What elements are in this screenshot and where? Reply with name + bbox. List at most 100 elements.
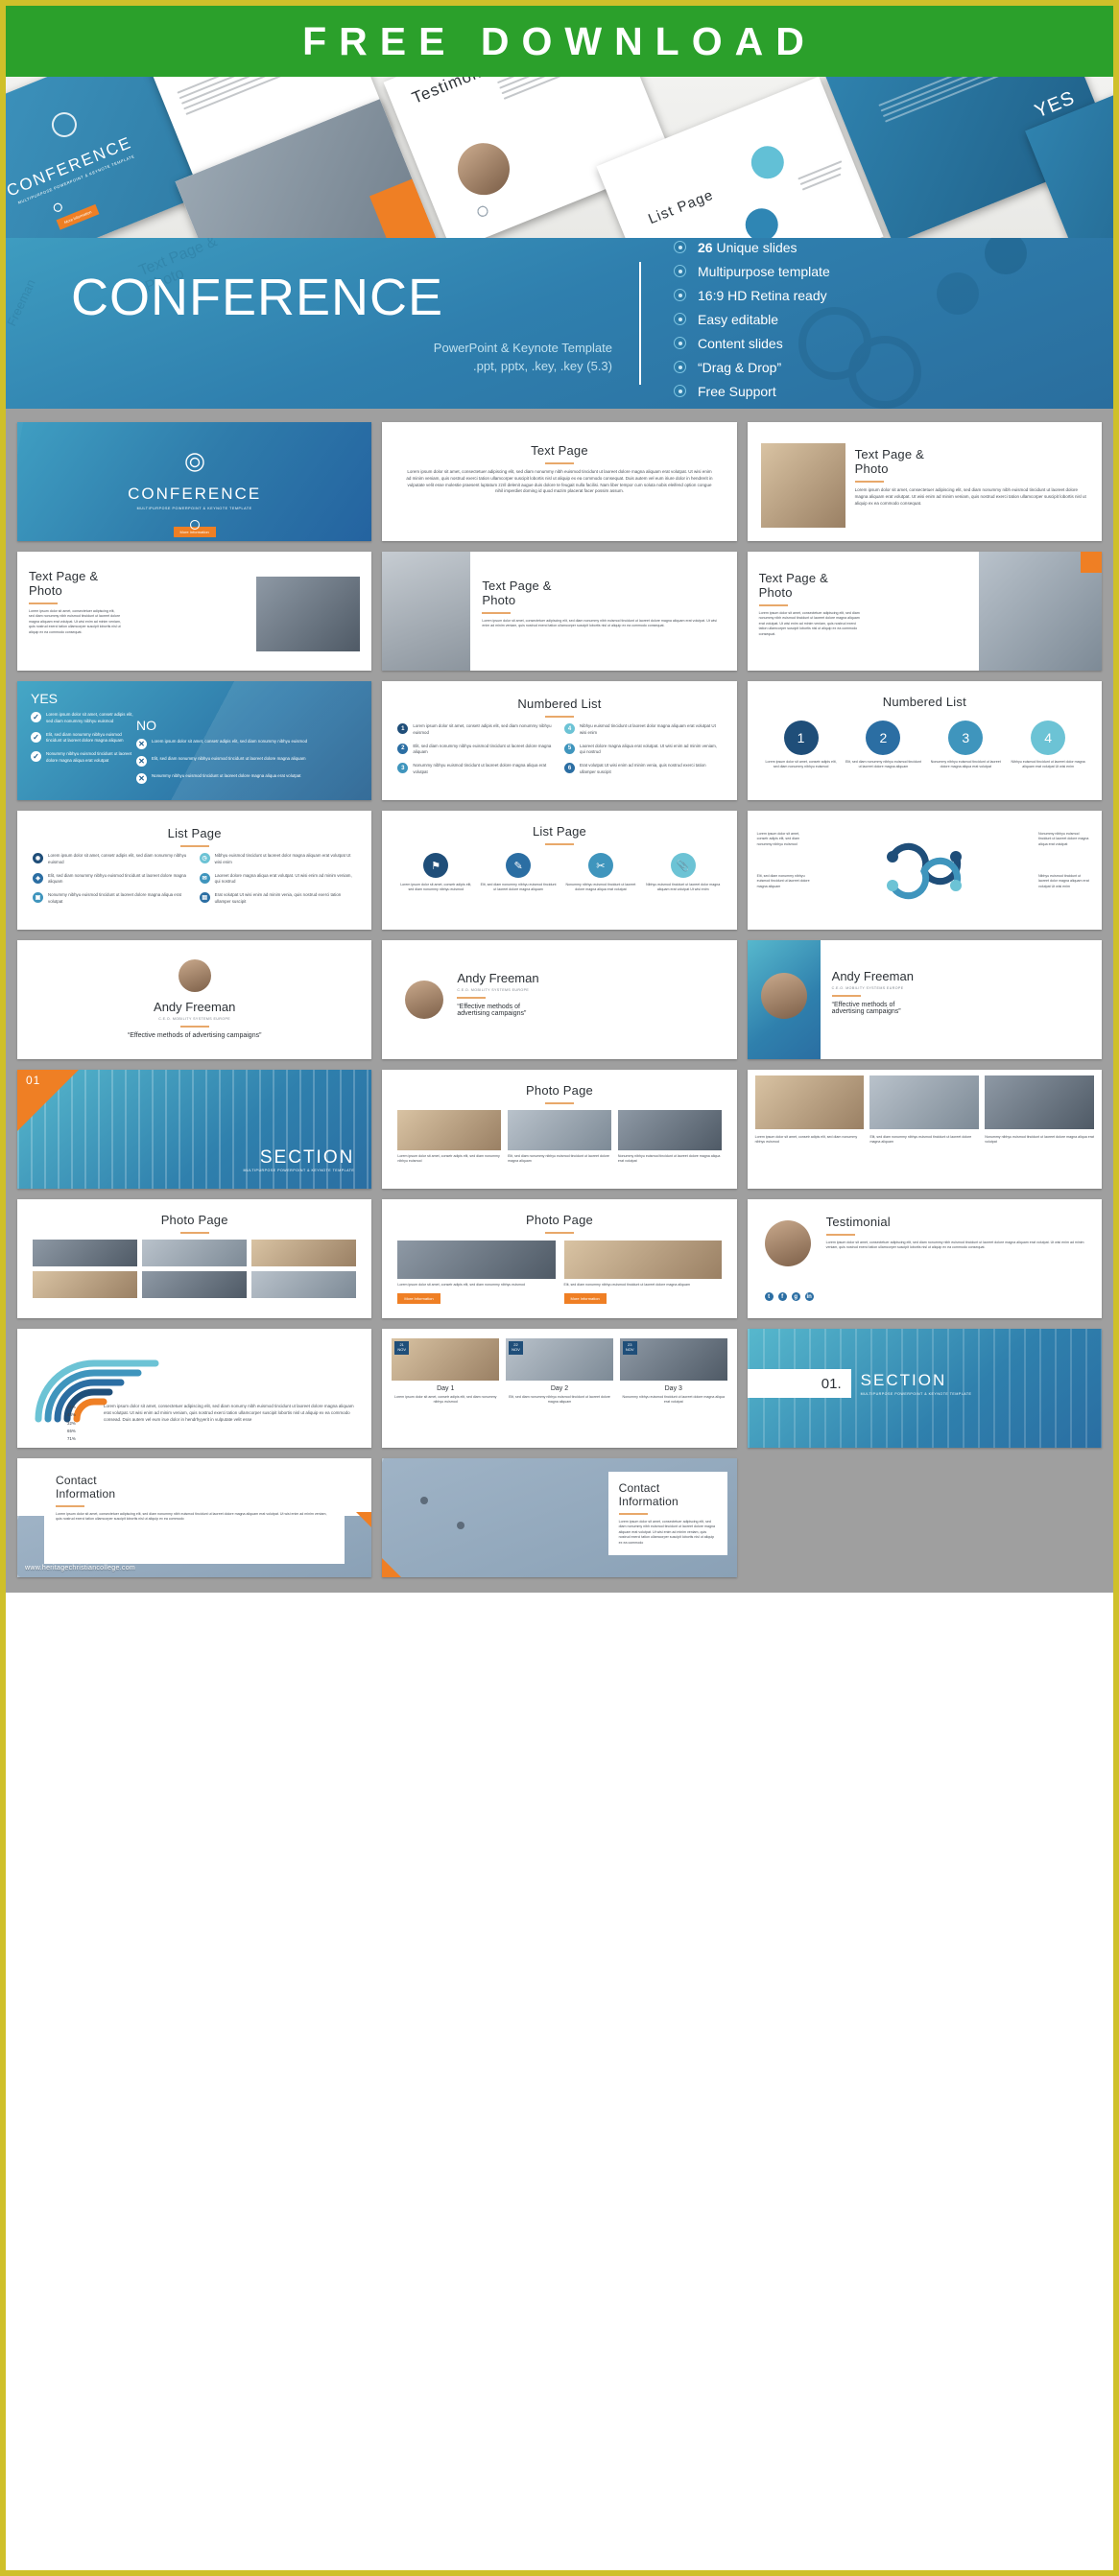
slide-photo-page-grid[interactable]: Photo Page — [17, 1199, 372, 1318]
photo-caption: Lorem ipsum dolor sit amet, consetr adip… — [397, 1154, 500, 1164]
corner-triangle-accent — [356, 1512, 372, 1527]
slide-text-page-title: Text Page — [531, 443, 588, 458]
list-item: 5 Laoreet dolore magna aliqua erat volutp… — [564, 743, 722, 757]
number-badge: 5 — [564, 743, 575, 754]
slide-text-page-photo-center[interactable]: Text Page & Photo Lorem ipsum dolor sit … — [382, 552, 737, 671]
slide-photo — [397, 1110, 502, 1150]
chart-label: 31% — [67, 1405, 76, 1409]
slide-contact-information-map-left[interactable]: Contact Information Lorem ipsum dolor si… — [17, 1458, 372, 1577]
slide-photo — [251, 1271, 357, 1298]
list-item-label: Elit, sed diam nonummy nibhyu euismod ti… — [152, 756, 306, 761]
title-rule — [758, 604, 788, 606]
slide-photo — [563, 1241, 722, 1279]
date-badge-month: NOV — [625, 1346, 634, 1352]
slide-list-page-round[interactable]: List Page ⚑ Lorem ipsum dolor sit amet, … — [382, 811, 737, 930]
slide-testimonial-right[interactable]: Testimonial Lorem ipsum dolor sit amet, … — [747, 1199, 1102, 1318]
slide-schedule-days[interactable]: 21 NOV Day 1 Lorem ipsum dolor sit amet,… — [382, 1329, 737, 1448]
social-icon-facebook[interactable]: f — [777, 1292, 787, 1301]
slide-photo-page-three[interactable]: Photo Page Lorem ipsum dolor sit amet, c… — [382, 1070, 737, 1189]
photo-caption: Elit, sed diam nonummy nibhyu euismod ti… — [508, 1154, 609, 1164]
social-icon-twitter[interactable]: t — [764, 1292, 774, 1301]
slide-diagram-page[interactable]: Lorem ipsum dolor sit amet, consetr adip… — [747, 811, 1102, 930]
mockup-more-info-button[interactable]: More Information — [56, 203, 100, 230]
title-rule — [457, 997, 487, 999]
slide-photo — [33, 1240, 138, 1266]
infinity-diagram-icon — [887, 842, 963, 900]
title-rule — [544, 1232, 574, 1234]
hero-band: Text Page & Photo Freeman CONFERENCE Powe… — [6, 238, 1113, 409]
paperclip-icon: 📎 — [670, 853, 696, 878]
day-description: Elit, sed diam nonummy nibhyu euismod ti… — [509, 1395, 610, 1405]
slide-photo-page-duo[interactable]: Photo Page Lorem ipsum dolor sit amet, c… — [382, 1199, 737, 1318]
arc-bar-chart — [35, 1359, 159, 1423]
social-icon-google[interactable]: g — [791, 1292, 800, 1301]
slide-no-title: NO — [136, 718, 156, 733]
slide-title: Text Page & Photo — [854, 447, 924, 476]
slide-text-page-photo-wide[interactable]: Text Page & Photo Lorem ipsum dolor sit … — [747, 552, 1102, 671]
item-caption: Nibhyu euismod tincidunt ut laoreet dolo… — [646, 883, 721, 892]
list-item-label: Elit, sed diam nonummy nibhyu euismod ti… — [48, 872, 186, 885]
date-badge-month: NOV — [512, 1346, 520, 1352]
list-item-label: Laoreet dolore magna aliqua erat volutpa… — [214, 872, 352, 885]
slide-yes-no[interactable]: YES ✓ Lorem ipsum dolor sit amet, consetr… — [17, 681, 372, 800]
slide-testimonial-center[interactable]: Andy Freeman C.E.O. MOBILITY SYSTEMS EUR… — [17, 940, 372, 1059]
section-number-plate: 01. — [747, 1369, 851, 1398]
title-rule — [179, 1232, 209, 1234]
item-caption: Elit, sed diam nonummy nibhyu euismod ti… — [845, 760, 921, 769]
slide-testimonial-photo-block[interactable]: Andy Freeman C.E.O. MOBILITY SYSTEMS EUR… — [747, 940, 1102, 1059]
slide-title: Text Page & Photo — [758, 571, 828, 600]
social-icon-linkedin[interactable]: in — [804, 1292, 814, 1301]
feature-item: Multipurpose template — [674, 264, 1075, 279]
slide-cover-title: CONFERENCE — [128, 484, 262, 503]
hero-vertical-divider — [639, 262, 641, 385]
read-more-button[interactable]: More Information — [397, 1293, 440, 1305]
date-badge: 22 NOV — [509, 1341, 523, 1355]
bullet-dot-icon — [674, 313, 686, 325]
slide-text-page-photo-left[interactable]: Text Page & Photo Lorem ipsum dolor sit … — [17, 552, 372, 671]
slide-photo — [617, 1110, 722, 1150]
title-rule — [482, 612, 512, 614]
slide-title: Text Page & Photo — [29, 569, 99, 598]
flag-icon: ⚑ — [423, 853, 449, 878]
check-icon: ✓ — [31, 731, 41, 743]
list-item: 2 Elit, sed diam nonummy nibhyu euismod t… — [397, 743, 555, 757]
slide-testimonial-left-avatar[interactable]: Andy Freeman C.E.O. MOBILITY SYSTEMS EUR… — [382, 940, 737, 1059]
slide-chart-arcs[interactable]: 31% 44% 32% 65% 71% Lorem ipsum dolor si… — [17, 1329, 372, 1448]
slide-section-01-side[interactable]: 01. SECTION MULTIPURPOSE POWERPOINT & KE… — [747, 1329, 1102, 1448]
slide-numbered-list[interactable]: Numbered List 1 Lorem ipsum dolor sit ame… — [382, 681, 737, 800]
slide-photo — [382, 552, 471, 671]
read-more-button[interactable]: More Information — [563, 1293, 607, 1305]
slide-text-page[interactable]: Text Page Lorem ipsum dolor sit amet, co… — [382, 422, 737, 541]
slide-list-page-icons[interactable]: List Page ◉ Lorem ipsum dolor sit amet, c… — [17, 811, 372, 930]
list-item-label: Erat volutpat Ut wisi enim ad minim veni… — [214, 892, 342, 905]
slide-contact-information-map-full[interactable]: Contact Information Lorem ipsum dolor si… — [382, 1458, 737, 1577]
slide-text-page-photo-right[interactable]: Text Page & Photo Lorem ipsum dolor sit … — [747, 422, 1102, 541]
date-badge: 21 NOV — [394, 1341, 409, 1355]
hero-subtitle-line-1: PowerPoint & Keynote Template — [433, 340, 612, 355]
slide-photo-page-three-b[interactable]: Lorem ipsum dolor sit amet, consetr adip… — [747, 1070, 1102, 1189]
diagram-text-right-2: Nibhyu euismod tincidunt ut laoreet dolo… — [1038, 874, 1089, 888]
date-badge: 23 NOV — [622, 1341, 637, 1355]
list-item-label: Nonummy nibhyu euismod tincidunt ut laor… — [152, 773, 301, 778]
hero-left-block: CONFERENCE PowerPoint & Keynote Template… — [44, 272, 639, 376]
hero-feature-list: 26 Unique slides Multipurpose template 1… — [674, 240, 1075, 408]
number-badge: 2 — [397, 743, 409, 754]
list-item: ✓ Lorem ipsum dolor sit amet, consetr adi… — [31, 712, 136, 725]
title-rule — [179, 1026, 209, 1028]
number-badge: 6 — [564, 763, 575, 774]
slide-photo — [869, 1075, 980, 1129]
day-label: Day 3 — [664, 1385, 682, 1392]
hero-subtitle-line-2: .ppt, pptx, .key, .key (5.3) — [473, 359, 612, 373]
feature-label: 26 Unique slides — [698, 239, 798, 255]
free-download-label: FREE DOWNLOAD — [302, 18, 817, 63]
slide-section-01[interactable]: 01 SECTION MULTIPURPOSE POWERPOINT & KEY… — [17, 1070, 372, 1189]
free-download-banner[interactable]: FREE DOWNLOAD — [6, 6, 1113, 77]
photo-caption: Elit, sed diam nonummy nibhyu euismod ti… — [563, 1283, 690, 1287]
contact-body: Lorem ipsum dolor sit amet, consectetuer… — [618, 1520, 715, 1545]
slide-cover[interactable]: CONFERENCE MULTIPURPOSE POWERPOINT & KEY… — [17, 422, 372, 541]
list-item: ✓ Nonummy nibhyu euismod tincidunt ut lao… — [31, 751, 136, 765]
feature-label: Multipurpose template — [698, 263, 830, 279]
clock-icon: ◷ — [199, 853, 210, 863]
chart-label: 44% — [67, 1412, 76, 1418]
slide-numbered-list-circles[interactable]: Numbered List 1 Lorem ipsum dolor sit am… — [747, 681, 1102, 800]
